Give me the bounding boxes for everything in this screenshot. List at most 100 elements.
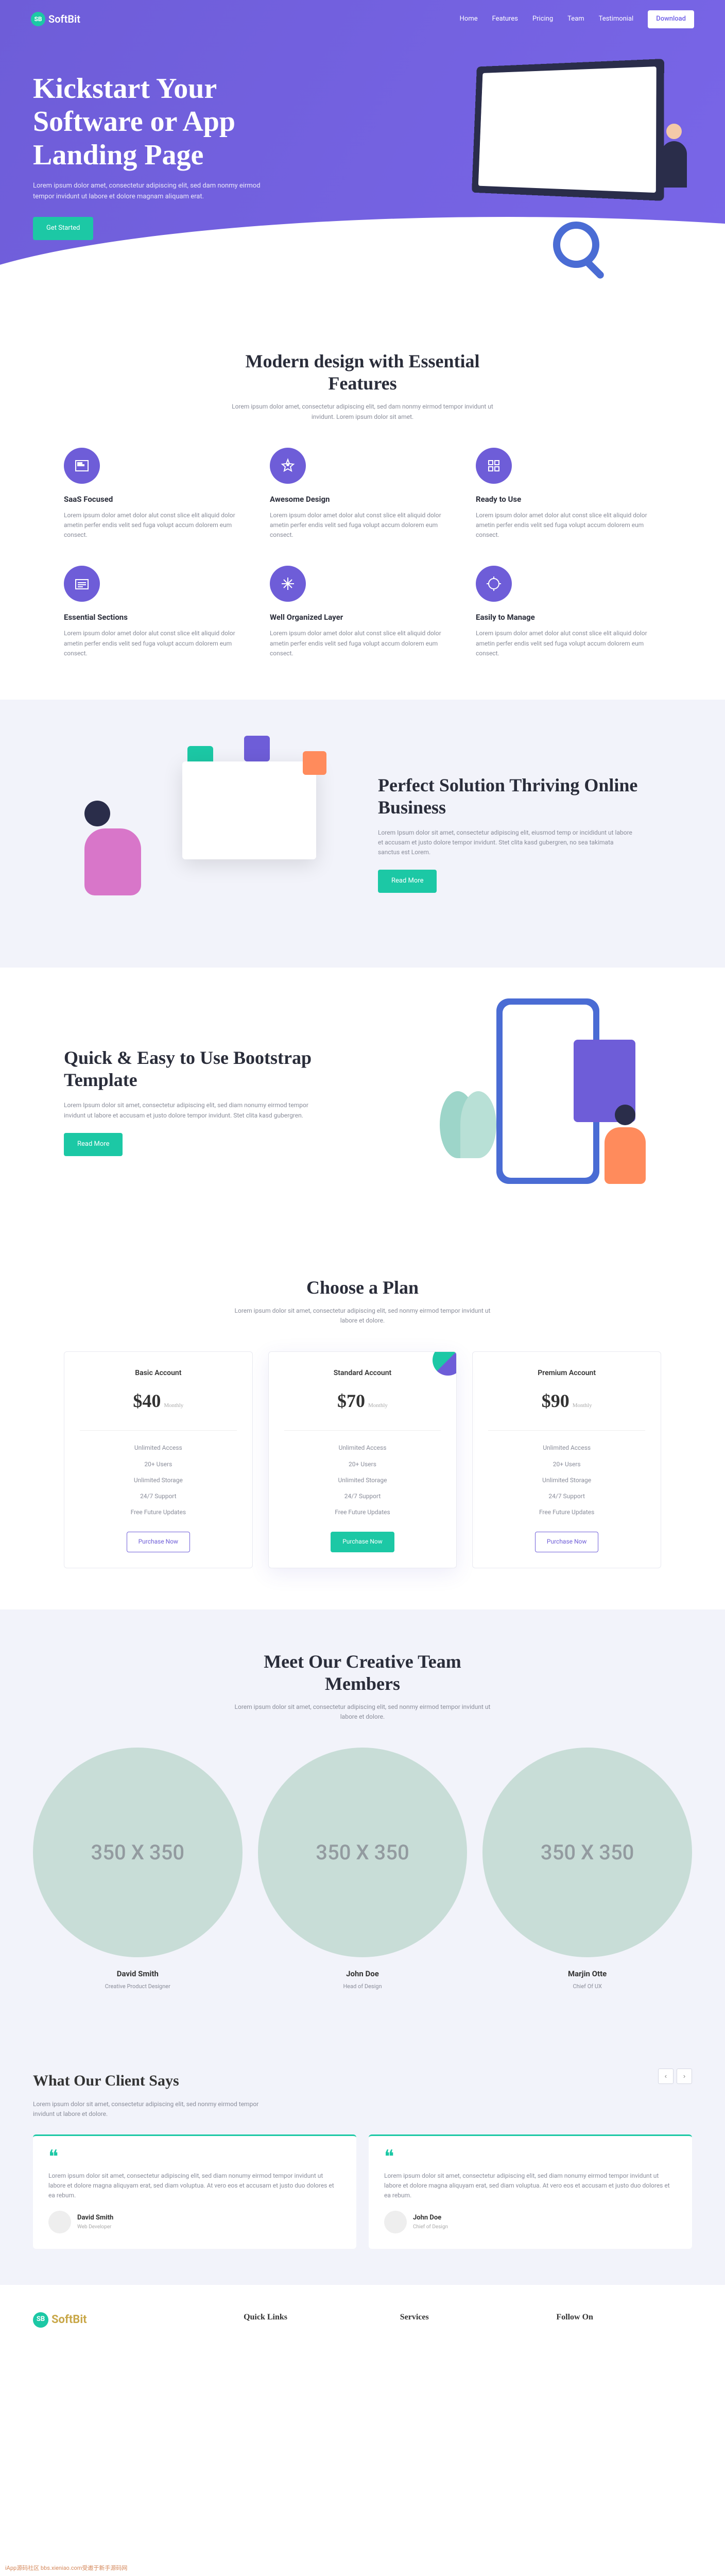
testimonials-section: What Our Client Says Lorem ipsum dolor s… [0,2032,725,2285]
plan-feature: 24/7 Support [80,1488,237,1504]
author-avatar [48,2211,71,2233]
nav-team[interactable]: Team [567,14,584,25]
footer-col-follow: Follow On [556,2311,692,2324]
feature-title: Ready to Use [476,493,661,505]
business-title: Perfect Solution Thriving Online Busines… [378,774,661,819]
feature-title: Essential Sections [64,611,249,623]
get-started-button[interactable]: Get Started [33,217,93,240]
author-avatar [384,2211,407,2233]
avatar-placeholder: 350 X 350 [33,1748,243,1957]
template-readmore-button[interactable]: Read More [64,1133,123,1156]
nav-features[interactable]: Features [492,14,518,25]
quote-icon: ❝ [48,2151,341,2163]
plan-price: $40Monthly [133,1386,183,1416]
feature-icon [270,448,306,484]
footer-logo-text: SoftBit [51,2311,87,2329]
plan-feature: 24/7 Support [488,1488,645,1504]
purchase-button[interactable]: Purchase Now [535,1532,599,1552]
hero: Kickstart Your Software or App Landing P… [0,0,725,309]
plan-feature: Unlimited Access [488,1440,645,1456]
plan-feature: Free Future Updates [284,1504,441,1520]
feature-icon [476,448,512,484]
member-name: David Smith [33,1968,243,1980]
plan-feature: Unlimited Storage [80,1472,237,1488]
testimonial-card: ❝ Lorem ipsum dolor sit amet, consectetu… [369,2134,692,2249]
watermark-text: iApp源码社区 bbs.xieniao.com受邀于新手源码网 [0,2564,725,2573]
feature-item: Well Organized Layer Lorem ipsum dolor a… [270,566,455,658]
feature-desc: Lorem ipsum dolor amet dolor alut const … [64,511,249,540]
screen-icon [182,761,316,859]
team-member: 350 X 350 John Doe Head of Design [258,1748,468,1991]
purchase-button[interactable]: Purchase Now [331,1532,394,1552]
template-illustration [378,1009,661,1194]
pricing-subtitle: Lorem ipsum dolor sit amet, consectetur … [229,1306,496,1326]
hero-illustration [321,72,692,278]
member-name: John Doe [258,1968,468,1980]
plan-price: $90Monthly [542,1386,592,1416]
template-title: Quick & Easy to Use Bootstrap Template [64,1047,347,1091]
magnifier-icon [553,222,599,268]
plan-feature: Free Future Updates [80,1504,237,1520]
main-nav: SB SoftBit Home Features Pricing Team Te… [0,0,725,39]
features-subtitle: Lorem ipsum dolor amet, consectetur adip… [229,402,496,421]
plan-features: Unlimited Access20+ UsersUnlimited Stora… [80,1440,237,1520]
hero-title: Kickstart Your Software or App Landing P… [33,72,301,172]
member-name: Marjin Otte [482,1968,692,1980]
nav-home[interactable]: Home [460,14,478,25]
plan-feature: 20+ Users [284,1456,441,1472]
testimonials-subtitle: Lorem ipsum dolor sit amet, consectetur … [33,2099,270,2119]
logo[interactable]: SB SoftBit [31,11,80,27]
author-name: David Smith [77,2213,113,2224]
author-role: Chief of Design [413,2223,448,2231]
feature-desc: Lorem ipsum dolor amet dolor alut const … [64,629,249,658]
purchase-button[interactable]: Purchase Now [127,1532,191,1552]
plant-icon [440,1091,496,1194]
plan-features: Unlimited Access20+ UsersUnlimited Stora… [284,1440,441,1520]
woman-icon [84,801,141,895]
feature-title: SaaS Focused [64,493,249,505]
testimonial-prev-button[interactable]: ‹ [658,2069,674,2084]
testimonials-title: What Our Client Says [33,2069,270,2093]
team-section: Meet Our Creative Team Members Lorem ips… [0,1609,725,2032]
feature-desc: Lorem ipsum dolor amet dolor alut const … [476,511,661,540]
feature-icon [270,566,306,602]
footer-logo[interactable]: SB SoftBit [33,2311,223,2329]
features-title: Modern design with Essential Features [234,350,491,395]
plan-feature: Unlimited Storage [488,1472,645,1488]
avatar-placeholder: 350 X 350 [482,1748,692,1957]
plan-name: Premium Account [488,1367,645,1379]
nav-testimonial[interactable]: Testimonial [599,14,634,25]
testimonial-next-button[interactable]: › [677,2069,692,2084]
feature-desc: Lorem ipsum dolor amet dolor alut const … [476,629,661,658]
feature-item: Easily to Manage Lorem ipsum dolor amet … [476,566,661,658]
pricing-section: Choose a Plan Lorem ipsum dolor sit amet… [33,1235,692,1609]
nav-links: Home Features Pricing Team Testimonial D… [460,10,694,28]
orange-card-icon [303,751,326,775]
team-title: Meet Our Creative Team Members [234,1651,491,1695]
testimonial-text: Lorem ipsum dolor sit amet, consectetur … [384,2171,677,2201]
plan-period: Monthly [573,1401,592,1411]
testimonial-card: ❝ Lorem ipsum dolor sit amet, consectetu… [33,2134,356,2249]
pricing-plan: Standard Account $70Monthly Unlimited Ac… [268,1351,457,1568]
feature-desc: Lorem ipsum dolor amet dolor alut const … [270,629,455,658]
plan-feature: 24/7 Support [284,1488,441,1504]
monitor-icon [472,59,664,201]
footer-logo-mark-icon: SB [33,2312,48,2328]
feature-item: Essential Sections Lorem ipsum dolor ame… [64,566,249,658]
template-desc: Lorem Ipsum dolor sit amet, consectetur … [64,1100,321,1120]
testimonial-text: Lorem ipsum dolor sit amet, consectetur … [48,2171,341,2201]
business-readmore-button[interactable]: Read More [378,870,437,893]
testimonial-author: David Smith Web Developer [48,2211,341,2233]
plan-feature: 20+ Users [80,1456,237,1472]
feature-icon [64,566,100,602]
plan-feature: Unlimited Storage [284,1472,441,1488]
feature-item: SaaS Focused Lorem ipsum dolor amet dolo… [64,448,249,540]
plan-name: Basic Account [80,1367,237,1379]
plan-features: Unlimited Access20+ UsersUnlimited Stora… [488,1440,645,1520]
feature-title: Well Organized Layer [270,611,455,623]
footer-col-services: Services [400,2311,536,2324]
plan-feature: Unlimited Access [80,1440,237,1456]
nav-pricing[interactable]: Pricing [532,14,553,25]
person-icon [651,124,697,227]
download-button[interactable]: Download [648,10,694,28]
